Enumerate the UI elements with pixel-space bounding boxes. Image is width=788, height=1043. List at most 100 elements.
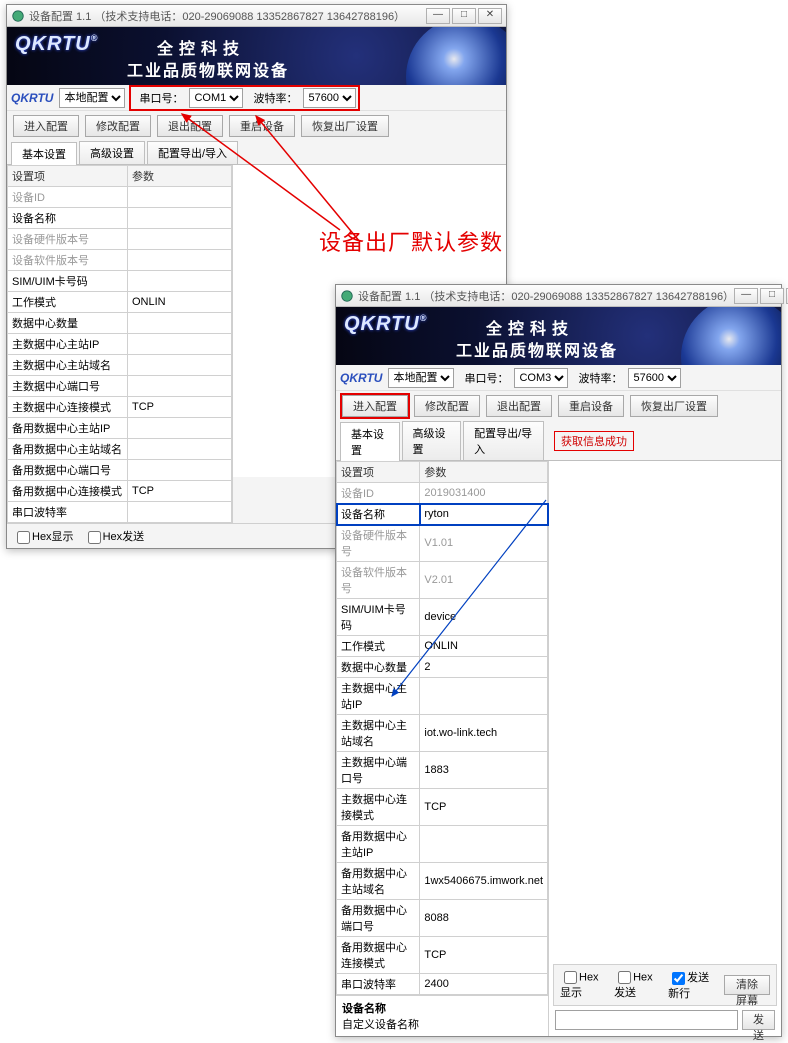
table-row[interactable]: 数据中心数量2 [337,657,548,678]
table-row[interactable]: 备用数据中心主站域名1wx5406675.imwork.net [337,863,548,900]
factory-reset-button[interactable]: 恢复出厂设置 [630,395,718,417]
reboot-button[interactable]: 重启设备 [558,395,624,417]
table-row[interactable]: 设备软件版本号V2.01 [337,562,548,599]
table-row[interactable]: 串口波特率 [8,502,232,523]
table-row[interactable]: 主数据中心主站IP [337,678,548,715]
reboot-button[interactable]: 重启设备 [229,115,295,137]
table-row[interactable]: 串口波特率2400 [337,974,548,995]
setting-value[interactable]: 2400 [420,974,548,995]
setting-value[interactable] [128,460,232,481]
table-row[interactable]: 主数据中心主站域名iot.wo-link.tech [337,715,548,752]
setting-value[interactable] [128,229,232,250]
table-row[interactable]: 工作模式ONLIN [337,636,548,657]
table-row[interactable]: 设备硬件版本号V1.01 [337,525,548,562]
hex-show-checkbox[interactable]: Hex显示 [560,971,604,1000]
table-row[interactable]: 设备软件版本号 [8,250,232,271]
tab-basic[interactable]: 基本设置 [11,142,77,165]
setting-value[interactable]: TCP [128,397,232,418]
local-config-select[interactable]: 本地配置 [59,88,125,108]
setting-value[interactable] [128,271,232,292]
send-newline-checkbox[interactable]: 发送新行 [668,969,714,1001]
setting-value[interactable]: TCP [128,481,232,502]
exit-config-button[interactable]: 退出配置 [157,115,223,137]
setting-value[interactable]: 2019031400 [420,483,548,504]
setting-value[interactable]: 1883 [420,752,548,789]
setting-value[interactable]: 1wx5406675.imwork.net [420,863,548,900]
send-button[interactable]: 发送 [742,1010,775,1030]
table-row[interactable]: SIM/UIM卡号码device [337,599,548,636]
close-button[interactable]: ✕ [478,8,502,24]
hex-send-checkbox[interactable]: Hex发送 [614,971,658,1000]
setting-value[interactable]: TCP [420,789,548,826]
tab-basic[interactable]: 基本设置 [340,422,400,461]
maximize-button[interactable]: □ [452,8,476,24]
tab-import-export[interactable]: 配置导出/导入 [147,141,238,164]
setting-value[interactable] [128,439,232,460]
tab-advanced[interactable]: 高级设置 [79,141,145,164]
setting-value[interactable]: ONLIN [128,292,232,313]
enter-config-button[interactable]: 进入配置 [342,395,408,417]
setting-value[interactable]: ONLIN [420,636,548,657]
setting-value[interactable] [128,355,232,376]
tab-advanced[interactable]: 高级设置 [402,421,462,460]
table-row[interactable]: 工作模式ONLIN [8,292,232,313]
table-row[interactable]: 备用数据中心连接模式TCP [8,481,232,502]
table-row[interactable]: 设备名称ryton [337,504,548,525]
factory-reset-button[interactable]: 恢复出厂设置 [301,115,389,137]
port-select[interactable]: COM1 [189,88,243,108]
setting-value[interactable]: ryton [420,504,548,525]
tab-import-export[interactable]: 配置导出/导入 [463,421,544,460]
exit-config-button[interactable]: 退出配置 [486,395,552,417]
table-row[interactable]: 数据中心数量 [8,313,232,334]
port-select[interactable]: COM3 [514,368,568,388]
table-row[interactable]: 主数据中心主站IP [8,334,232,355]
setting-value[interactable] [128,313,232,334]
maximize-button[interactable]: □ [760,288,784,304]
baud-select[interactable]: 57600 [303,88,356,108]
setting-value[interactable]: TCP [420,937,548,974]
setting-value[interactable]: V1.01 [420,525,548,562]
enter-config-button[interactable]: 进入配置 [13,115,79,137]
table-row[interactable]: 备用数据中心端口号8088 [337,900,548,937]
setting-value[interactable]: device [420,599,548,636]
minimize-button[interactable]: — [734,288,758,304]
table-row[interactable]: 备用数据中心端口号 [8,460,232,481]
table-row[interactable]: SIM/UIM卡号码 [8,271,232,292]
setting-value[interactable] [128,250,232,271]
table-row[interactable]: 主数据中心主站域名 [8,355,232,376]
minimize-button[interactable]: — [426,8,450,24]
setting-value[interactable] [128,376,232,397]
setting-value[interactable] [420,678,548,715]
table-row[interactable]: 主数据中心连接模式TCP [337,789,548,826]
setting-name: 主数据中心端口号 [8,376,128,397]
table-row[interactable]: 主数据中心端口号 [8,376,232,397]
setting-value[interactable] [128,334,232,355]
modify-config-button[interactable]: 修改配置 [85,115,151,137]
send-input[interactable] [555,1010,738,1030]
setting-value[interactable] [128,187,232,208]
hex-send-checkbox[interactable]: Hex发送 [84,528,145,544]
table-row[interactable]: 备用数据中心主站IP [337,826,548,863]
table-row[interactable]: 设备名称 [8,208,232,229]
setting-value[interactable]: V2.01 [420,562,548,599]
table-row[interactable]: 设备ID [8,187,232,208]
table-row[interactable]: 备用数据中心主站域名 [8,439,232,460]
hex-show-checkbox[interactable]: Hex显示 [13,528,74,544]
clear-screen-button[interactable]: 清除屏幕 [724,975,770,995]
table-row[interactable]: 备用数据中心连接模式TCP [337,937,548,974]
setting-value[interactable] [420,826,548,863]
table-row[interactable]: 设备硬件版本号 [8,229,232,250]
modify-config-button[interactable]: 修改配置 [414,395,480,417]
setting-value[interactable]: 8088 [420,900,548,937]
table-row[interactable]: 主数据中心连接模式TCP [8,397,232,418]
baud-select[interactable]: 57600 [628,368,681,388]
table-row[interactable]: 设备ID2019031400 [337,483,548,504]
setting-value[interactable]: 2 [420,657,548,678]
local-config-select[interactable]: 本地配置 [388,368,454,388]
setting-value[interactable] [128,418,232,439]
setting-value[interactable] [128,502,232,523]
table-row[interactable]: 主数据中心端口号1883 [337,752,548,789]
setting-value[interactable] [128,208,232,229]
table-row[interactable]: 备用数据中心主站IP [8,418,232,439]
setting-value[interactable]: iot.wo-link.tech [420,715,548,752]
